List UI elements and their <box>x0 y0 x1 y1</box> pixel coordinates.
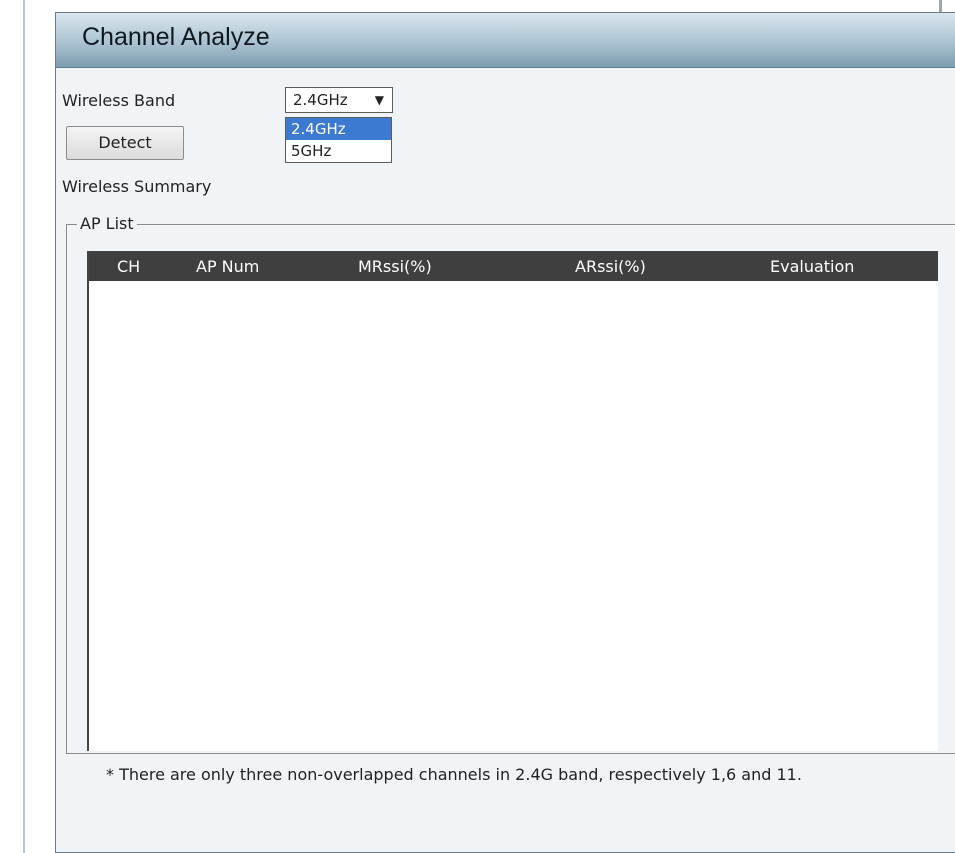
column-header-arssi: ARssi(%) <box>575 257 646 276</box>
ap-list-header-row: CH AP Num MRssi(%) ARssi(%) Evaluation <box>89 252 938 281</box>
column-header-ap-num: AP Num <box>196 257 260 276</box>
column-header-mrssi: MRssi(%) <box>358 257 432 276</box>
ap-list-table: CH AP Num MRssi(%) ARssi(%) Evaluation <box>87 251 938 751</box>
wireless-band-label: Wireless Band <box>62 91 176 110</box>
column-header-ch: CH <box>117 257 141 276</box>
page-title: Channel Analyze <box>82 23 270 51</box>
wireless-band-select-value: 2.4GHz <box>293 91 348 109</box>
column-header-evaluation: Evaluation <box>770 257 855 276</box>
page-frame: Channel Analyze Wireless Band 2.4GHz ▼ 2… <box>23 0 955 853</box>
band-option-2-4ghz[interactable]: 2.4GHz <box>286 118 391 140</box>
wireless-band-options: 2.4GHz 5GHz <box>285 117 392 163</box>
ap-list-legend: AP List <box>77 214 137 233</box>
wireless-band-select[interactable]: 2.4GHz ▼ <box>285 87 393 113</box>
channel-footnote: * There are only three non-overlapped ch… <box>106 765 802 784</box>
wireless-summary-label: Wireless Summary <box>62 177 212 196</box>
detect-button[interactable]: Detect <box>66 126 184 160</box>
ap-list-group: AP List CH AP Num MRssi(%) ARssi(%) Eval… <box>66 214 955 754</box>
title-bar: Channel Analyze <box>56 13 955 68</box>
channel-analyze-panel: Channel Analyze Wireless Band 2.4GHz ▼ 2… <box>55 12 955 853</box>
dropdown-arrow-icon: ▼ <box>374 93 384 107</box>
band-option-5ghz[interactable]: 5GHz <box>286 140 391 162</box>
